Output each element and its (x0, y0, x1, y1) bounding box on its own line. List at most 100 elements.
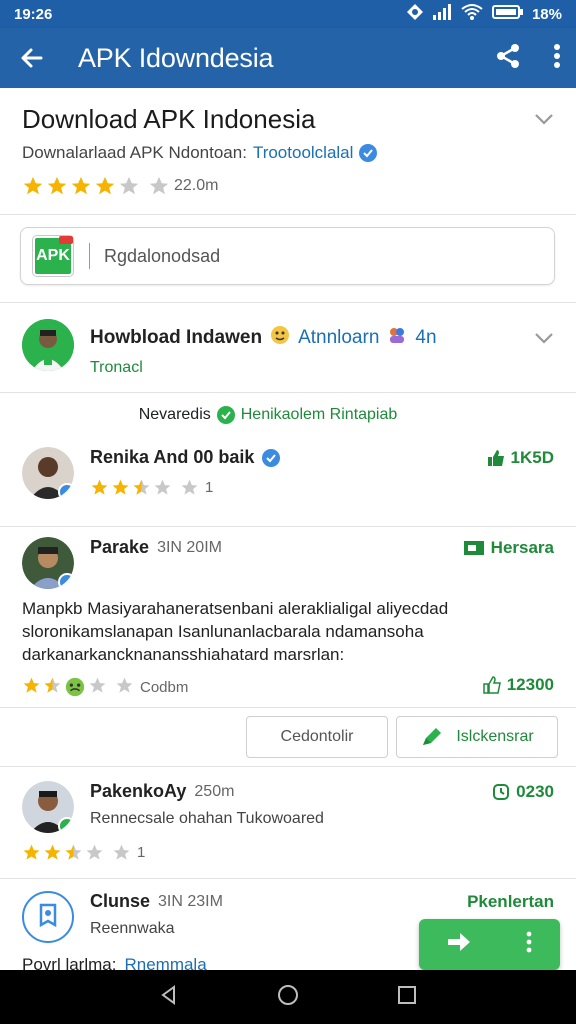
star-empty-icon (116, 677, 133, 693)
reviews-header: Nevaredis Henikaolem Rintapiab (0, 393, 576, 437)
reviews-header-highlight[interactable]: Henikaolem Rintapiab (241, 406, 398, 424)
search-text: Rgdalonodsad (104, 245, 221, 266)
review-tag-label: 0230 (516, 781, 554, 801)
system-nav-bar (0, 970, 576, 1024)
floating-action-button[interactable] (419, 919, 560, 970)
rating-count: 22.0m (174, 177, 219, 194)
share-icon[interactable] (494, 42, 522, 75)
star-full-icon (23, 176, 43, 195)
verified-icon (58, 483, 74, 499)
reviewer-name: PakenkoAy (90, 781, 187, 801)
emoji-icon (270, 325, 290, 351)
flag-icon (463, 540, 484, 555)
review-time: 250m (194, 782, 235, 800)
developer-avatar (22, 319, 74, 371)
apk-logo-text: APK (36, 247, 70, 264)
publisher-link[interactable]: Trootoolclalal (253, 143, 353, 163)
verified-icon (58, 817, 74, 833)
review-tag[interactable]: Pkenlertan (467, 892, 554, 912)
star-empty-icon (149, 176, 169, 195)
divider (89, 243, 90, 269)
developer-link[interactable]: Atnnloarn (298, 327, 379, 349)
location-icon (406, 3, 424, 25)
primary-action-button[interactable]: Islckensrar (396, 716, 558, 758)
clock-icon (493, 783, 510, 800)
star-half-icon (133, 479, 150, 495)
star-rating (22, 175, 170, 197)
content-area: Download APK Indonesia Downalarlaad APK … (0, 88, 576, 970)
secondary-action-button[interactable]: Cedontolir (246, 716, 388, 758)
reviewer-avatar (22, 891, 74, 943)
people-icon (387, 325, 407, 351)
review-time: 3IN 23IM (158, 892, 223, 910)
verified-icon (262, 448, 281, 467)
forward-arrow-icon[interactable] (446, 931, 472, 958)
primary-action-label: Islckensrar (456, 728, 534, 745)
developer-extra: 4n (415, 327, 437, 348)
star-empty-icon (113, 844, 130, 860)
review-subtitle: Rennecsale ohahan Tukowoared (90, 810, 324, 827)
like-button[interactable]: 12300 (482, 675, 554, 695)
review-item: Parake 3IN 20IM Hersara Manpkb Masiyarah… (0, 527, 576, 707)
more-vert-icon[interactable] (525, 931, 533, 958)
apk-logo: APK (33, 236, 73, 276)
rating-count: 1 (137, 844, 146, 861)
thumb-up-icon (482, 676, 501, 694)
reviewer-avatar (22, 537, 74, 589)
star-full-icon (91, 479, 108, 495)
subtitle-text: Downalarlaad APK Ndontoan: (22, 143, 247, 162)
chevron-down-icon[interactable] (534, 331, 554, 349)
review-tag-label: Pkenlertan (467, 891, 554, 911)
like-count: 1K5D (510, 447, 554, 467)
star-rating: 1 (90, 478, 554, 497)
reviewer-name: Clunse (90, 891, 151, 911)
star-empty-icon (119, 176, 139, 195)
star-full-icon (23, 677, 40, 693)
app-bar: APK Idowndesia (0, 28, 576, 88)
review-extra-label: Povrl larlma: (22, 955, 117, 970)
review-tag[interactable]: 0230 (492, 782, 554, 802)
wifi-icon (460, 3, 484, 25)
star-full-icon (112, 479, 129, 495)
like-button[interactable]: 1K5D (487, 448, 554, 468)
verified-icon (359, 144, 378, 162)
more-vert-icon[interactable] (552, 42, 562, 75)
review-text: Manpkb Masiyarahaneratsenbani aleraklial… (22, 599, 449, 664)
developer-name-row: Howbload Indawen Atnnloarn 4n (90, 325, 437, 351)
thumb-up-icon (487, 449, 504, 466)
chevron-down-icon[interactable] (534, 112, 554, 130)
nav-recents-icon[interactable] (396, 984, 418, 1011)
star-rating: Codbm (22, 676, 188, 698)
developer-card[interactable]: Howbload Indawen Atnnloarn 4n Tronacl (0, 303, 576, 393)
search-input[interactable]: APK Rgdalonodsad (20, 227, 555, 285)
app-header-card[interactable]: Download APK Indonesia Downalarlaad APK … (0, 88, 576, 215)
page-title: Download APK Indonesia (22, 104, 316, 134)
back-arrow-icon[interactable] (14, 40, 50, 76)
nav-back-icon[interactable] (158, 984, 180, 1011)
review-tag[interactable]: Hersara (463, 538, 554, 558)
star-half-icon (44, 677, 61, 693)
battery-text: 18% (531, 5, 562, 23)
star-rating: 1 (22, 843, 554, 862)
search-card: APK Rgdalonodsad (0, 215, 576, 303)
reviewer-name: Parake (90, 537, 150, 557)
review-item: PakenkoAy 250m 0230 Rennecsale ohahan Tu… (0, 767, 576, 879)
review-extra-link[interactable]: Rnemmala (124, 955, 206, 970)
check-circle-icon (216, 406, 235, 424)
battery-icon (491, 4, 524, 24)
nav-home-icon[interactable] (276, 983, 300, 1012)
verified-icon (58, 573, 74, 589)
app-bar-title: APK Idowndesia (78, 42, 274, 73)
review-item: Renika And 00 baik 1K5D 1 (0, 437, 576, 527)
app-subtitle: Downalarlaad APK Ndontoan: Trootoolclala… (22, 143, 554, 163)
review-time: 3IN 20IM (157, 538, 222, 556)
review-actions: Cedontolir Islckensrar (0, 707, 576, 767)
star-full-icon (95, 176, 115, 195)
rating-row: 22.0m (22, 175, 554, 197)
star-empty-icon (86, 844, 103, 860)
rating-count: Codbm (140, 678, 189, 696)
star-full-icon (71, 176, 91, 195)
star-half-icon (65, 844, 82, 860)
like-count: 12300 (506, 675, 554, 694)
status-time: 19:26 (14, 5, 53, 23)
